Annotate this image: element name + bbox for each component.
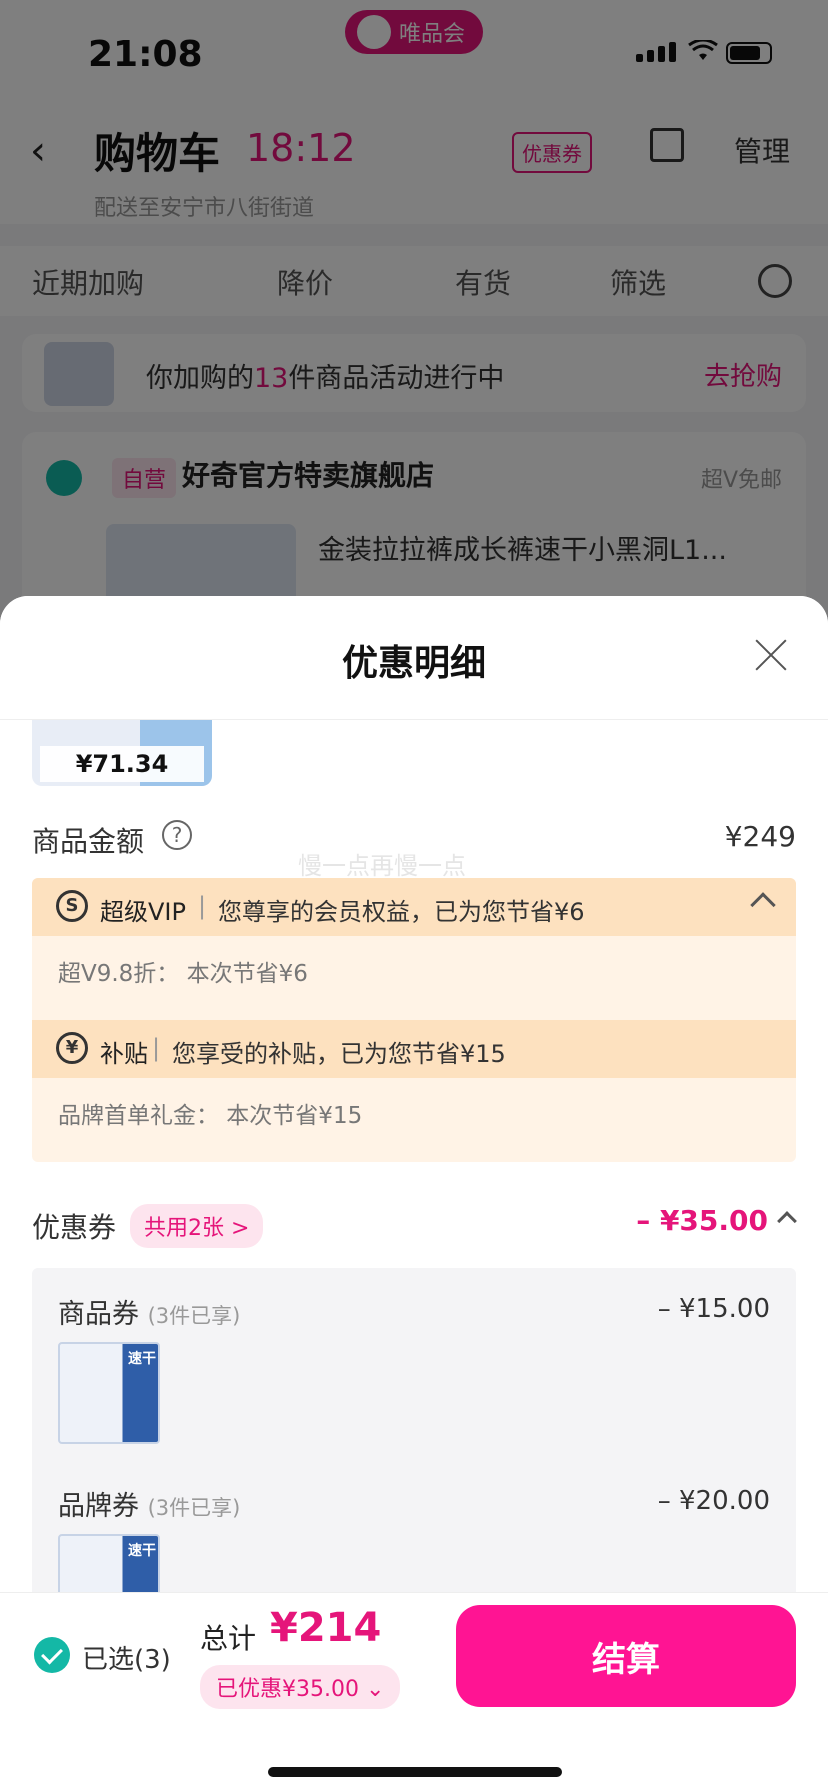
coupon-item-amount: – ¥20.00 <box>657 1486 770 1516</box>
coupon-list: 商品券 (3件已享) – ¥15.00 速干 品牌券 (3件已享) – ¥20.… <box>32 1268 796 1592</box>
sheet-body[interactable]: ¥71.34 商品金额 ? ¥249 慢一点再慢一点 S 超级VIP | 您尊享… <box>0 720 828 1592</box>
subsidy-desc: 您享受的补贴，已为您节省¥15 <box>172 1040 506 1068</box>
discount-detail-sheet: 优惠明细 ¥71.34 商品金额 ? ¥249 慢一点再慢一点 S 超级VIP … <box>0 596 828 1592</box>
vip-detail: 超V9.8折： 本次节省¥6 <box>58 961 308 987</box>
sheet-header: 优惠明细 <box>0 596 828 720</box>
coupon-label: 优惠券 <box>32 1211 117 1244</box>
subsidy-band: ¥ 补贴 | 您享受的补贴，已为您节省¥15 <box>32 1020 796 1078</box>
coupon-summary-row[interactable]: 优惠券 共用2张 > – ¥35.00 <box>32 1204 797 1250</box>
coupon-product-thumbnail[interactable]: 速干 <box>58 1534 160 1592</box>
money-bag-icon: ¥ <box>56 1032 88 1064</box>
coupon-product-thumbnail[interactable]: 速干 <box>58 1342 160 1444</box>
close-icon[interactable] <box>754 638 788 672</box>
vip-desc: 您尊享的会员权益，已为您节省¥6 <box>218 898 585 926</box>
total-label: 总计 <box>200 1622 257 1655</box>
selected-count[interactable]: 已选(3) <box>82 1639 171 1676</box>
goods-amount-label: 商品金额 <box>32 825 145 858</box>
watermark-text: 慢一点再慢一点 <box>298 852 466 880</box>
goods-amount-value: ¥249 <box>724 820 796 853</box>
saved-amount-pill[interactable]: 已优惠¥35.00 ⌄ <box>200 1665 401 1709</box>
shared-coupons-pill[interactable]: 共用2张 > <box>130 1204 264 1248</box>
coupon-item-title: 品牌券 (3件已享) <box>58 1491 241 1522</box>
total-value: ¥214 <box>270 1605 382 1651</box>
home-indicator <box>268 1767 562 1777</box>
subsidy-name: 补贴 <box>100 1040 148 1068</box>
vip-band[interactable]: S 超级VIP | 您尊享的会员权益，已为您节省¥6 <box>32 878 796 936</box>
benefits-box: S 超级VIP | 您尊享的会员权益，已为您节省¥6 超V9.8折： 本次节省¥… <box>32 878 796 1162</box>
coupon-item-amount: – ¥15.00 <box>657 1294 770 1324</box>
select-all-checkbox[interactable] <box>34 1637 70 1673</box>
coupon-item-title: 商品券 (3件已享) <box>58 1299 241 1330</box>
vip-name: 超级VIP <box>100 898 186 926</box>
product-tag: 速干 <box>128 1351 156 1367</box>
checkout-bar: 已选(3) 总计 ¥214 已优惠¥35.00 ⌄ 结算 <box>0 1592 828 1792</box>
product-tag: 速干 <box>128 1543 156 1559</box>
product-thumbnail-partial: ¥71.34 <box>32 720 212 786</box>
sheet-title: 优惠明细 <box>341 643 486 684</box>
separator: | <box>152 1034 161 1062</box>
chevron-up-icon[interactable] <box>777 1211 797 1231</box>
vip-badge-icon: S <box>56 890 88 922</box>
chevron-up-icon[interactable] <box>750 892 776 918</box>
product-price: ¥71.34 <box>40 746 204 782</box>
subsidy-detail: 品牌首单礼金： 本次节省¥15 <box>58 1103 363 1129</box>
separator: | <box>198 892 207 920</box>
coupon-total: – ¥35.00 <box>636 1204 768 1237</box>
checkout-button[interactable]: 结算 <box>456 1605 796 1707</box>
help-icon[interactable]: ? <box>162 820 192 850</box>
